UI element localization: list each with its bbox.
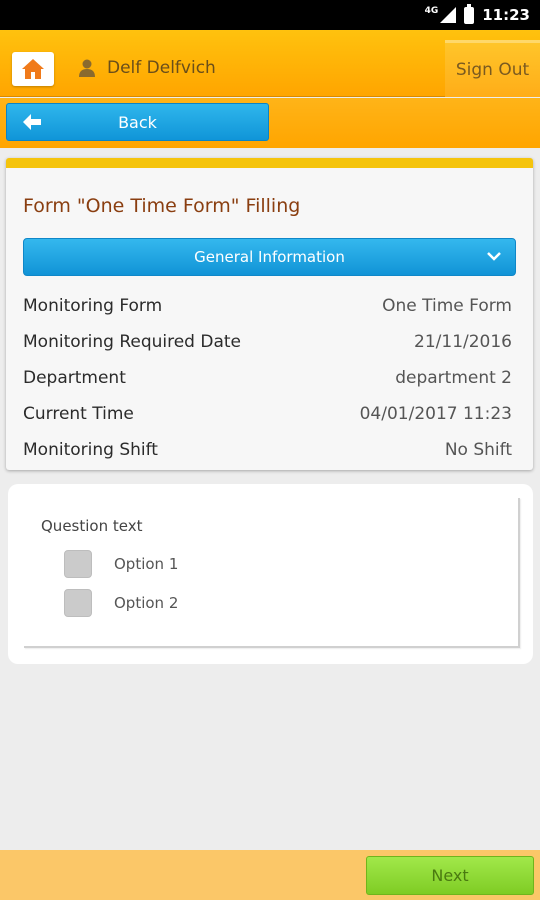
form-info-card: Form "One Time Form" Filling General Inf… [6, 158, 533, 470]
info-label: Monitoring Shift [23, 440, 158, 460]
info-value: No Shift [444, 440, 512, 460]
next-button[interactable]: Next [366, 856, 534, 895]
home-button[interactable] [12, 52, 54, 86]
info-row-department: Department department 2 [23, 363, 512, 393]
info-row-required-date: Monitoring Required Date 21/11/2016 [23, 327, 512, 357]
question-card: Question text Option 1 Option 2 [8, 484, 533, 664]
info-label: Department [23, 368, 126, 388]
back-button[interactable]: Back [6, 103, 269, 141]
info-row-monitoring-shift: Monitoring Shift No Shift [23, 435, 512, 465]
info-label: Monitoring Required Date [23, 332, 242, 352]
general-information-toggle[interactable]: General Information [23, 238, 516, 276]
option-1[interactable]: Option 1 [64, 550, 178, 578]
info-value: One Time Form [382, 296, 512, 316]
question-panel: Question text Option 1 Option 2 [24, 498, 520, 648]
info-row-current-time: Current Time 04/01/2017 11:23 [23, 399, 512, 429]
info-label: Monitoring Form [23, 296, 163, 316]
info-value: 21/11/2016 [414, 332, 512, 352]
home-icon [22, 59, 44, 79]
navigation-bar: Back [0, 98, 540, 148]
section-label: General Information [194, 248, 345, 266]
sign-out-button[interactable]: Sign Out [445, 40, 540, 97]
clock: 11:23 [482, 6, 530, 24]
back-label: Back [118, 112, 157, 132]
option-1-checkbox[interactable] [64, 550, 92, 578]
form-title: Form "One Time Form" Filling [23, 195, 301, 217]
option-2-checkbox[interactable] [64, 589, 92, 617]
person-icon [79, 59, 95, 77]
signal-icon [440, 7, 457, 23]
status-bar: 4G 11:23 [0, 0, 540, 30]
info-value: department 2 [395, 368, 512, 388]
footer-bar: Next [0, 850, 540, 900]
battery-icon [464, 3, 475, 24]
info-value: 04/01/2017 11:23 [359, 404, 512, 424]
info-label: Current Time [23, 404, 134, 424]
user-name: Delf Delfvich [107, 58, 216, 78]
option-1-label: Option 1 [114, 555, 179, 573]
chevron-down-icon [487, 252, 501, 261]
arrow-left-icon [23, 114, 41, 130]
question-text: Question text [41, 517, 143, 535]
option-2-label: Option 2 [114, 594, 179, 612]
network-type: 4G [424, 5, 439, 16]
info-row-monitoring-form: Monitoring Form One Time Form [23, 291, 512, 321]
app-header: Delf Delfvich Sign Out [0, 30, 540, 97]
option-2[interactable]: Option 2 [64, 589, 178, 617]
